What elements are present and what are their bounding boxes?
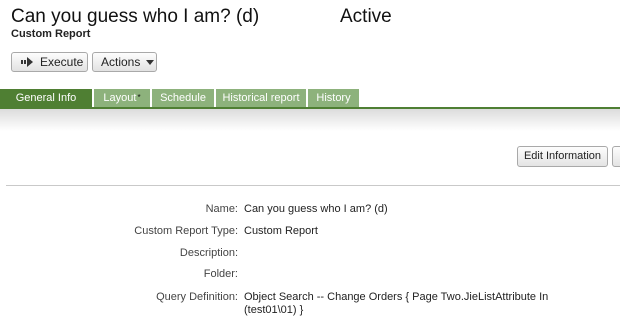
execute-button-label: Execute xyxy=(40,55,84,69)
tab-label: Layout xyxy=(103,92,137,104)
tab-content-shadow xyxy=(0,109,620,131)
status-text: Active xyxy=(340,6,392,27)
name-value: Can you guess who I am? (d) xyxy=(244,203,388,215)
tab-label: Schedule xyxy=(160,92,206,104)
report-type-label: Custom Report Type: xyxy=(134,225,238,237)
tab-label: Historical report xyxy=(222,92,300,104)
name-label: Name: xyxy=(205,203,238,215)
execute-button[interactable]: Execute xyxy=(11,52,88,72)
actions-button-label: Actions xyxy=(101,55,141,69)
tab-layout[interactable]: Layout* xyxy=(94,89,151,107)
object-type-subtitle: Custom Report xyxy=(11,28,91,40)
report-type-value: Custom Report xyxy=(244,225,318,237)
description-label: Description: xyxy=(179,247,238,259)
edit-information-button[interactable]: Edit Information xyxy=(517,146,608,167)
query-definition-value: Object Search -- Change Orders { Page Tw… xyxy=(244,291,549,316)
folder-label: Folder: xyxy=(203,268,238,280)
tab-label: History xyxy=(316,92,351,104)
section-divider xyxy=(6,185,620,186)
query-definition-label: Query Definition: xyxy=(156,291,238,303)
page-title: Can you guess who I am? (d) xyxy=(11,6,260,27)
modified-marker: * xyxy=(137,93,141,102)
tab-historical-report[interactable]: Historical report xyxy=(216,89,307,107)
actions-button[interactable]: Actions xyxy=(92,52,157,72)
execute-arrow-icon xyxy=(21,57,33,67)
tab-schedule[interactable]: Schedule xyxy=(152,89,215,107)
tab-general-info[interactable]: General Info xyxy=(0,89,93,107)
secondary-button-partial[interactable] xyxy=(612,146,620,167)
chevron-down-icon xyxy=(146,59,155,65)
title-row: Can you guess who I am? (d) Active xyxy=(11,6,392,30)
tab-label: General Info xyxy=(15,92,77,104)
page-header: Can you guess who I am? (d) Active Custo… xyxy=(0,0,620,86)
tab-history[interactable]: History xyxy=(308,89,360,107)
